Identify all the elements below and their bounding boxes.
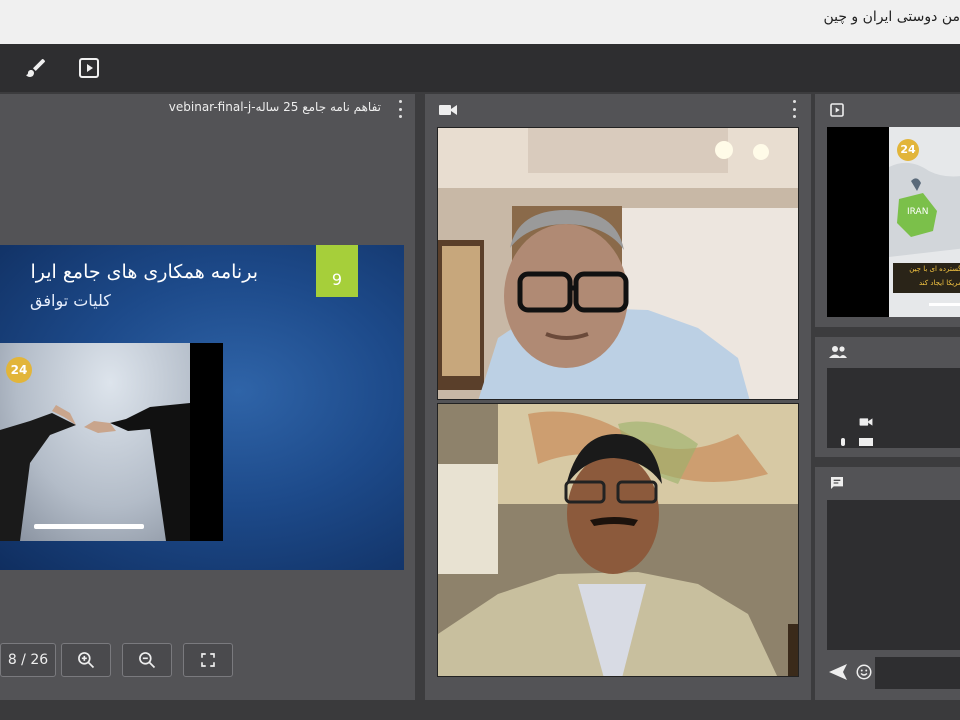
slide-photo-handshake: 24	[0, 343, 223, 541]
share-mini-preview[interactable]: 24 IRAN بلاد گسترده ای با چین آل آمریکا …	[827, 127, 960, 317]
attendee-list[interactable]	[827, 368, 960, 448]
mini-logo: 24	[897, 139, 919, 161]
bottom-bar	[0, 700, 960, 720]
page-indicator[interactable]: 8 / 26	[0, 643, 56, 677]
share-pod-menu-icon[interactable]	[397, 100, 403, 118]
chat-input[interactable]	[875, 657, 960, 689]
fullscreen-icon	[201, 653, 215, 667]
zoom-in-icon	[78, 652, 95, 669]
video-frame-1	[438, 128, 798, 399]
participant-video-1[interactable]	[437, 127, 799, 400]
caption-line-1: بلاد گسترده ای با چین	[909, 265, 960, 273]
mini-map: 24 IRAN بلاد گسترده ای با چین آل آمریکا …	[889, 127, 960, 317]
meeting-window: من دوستی ایران و چین تفاهم نامه جامع 25 …	[0, 0, 960, 720]
play-box-icon[interactable]	[77, 56, 101, 80]
share-pod-header: تفاهم نامه جامع 25 ساله-vebinar-final-j	[0, 94, 415, 124]
caption-line-2: آل آمریکا ایجاد کند	[919, 279, 960, 287]
camera-icon	[439, 102, 457, 121]
fullscreen-button[interactable]	[183, 643, 233, 677]
emoji-icon[interactable]	[855, 663, 873, 685]
send-icon[interactable]	[829, 664, 847, 684]
slide-title: برنامه همکاری های جامع ایرا	[30, 261, 258, 283]
presentation-slide: 9 برنامه همکاری های جامع ایرا کلیات تواف…	[0, 245, 404, 570]
attendees-pod	[815, 337, 960, 457]
map-label: IRAN	[907, 207, 929, 217]
mini-progress-bar	[929, 303, 960, 306]
attendee-mic-icon	[841, 438, 845, 446]
attendee-camera-icon	[859, 412, 873, 431]
people-icon	[829, 344, 847, 363]
participant-video-2[interactable]	[437, 403, 799, 677]
slide-subtitle: کلیات توافق	[30, 291, 111, 310]
chat-pod	[815, 467, 960, 700]
slide-number-badge: 9	[316, 245, 358, 297]
main-toolbar	[0, 44, 960, 92]
video-pod	[425, 94, 811, 700]
share-pod: تفاهم نامه جامع 25 ساله-vebinar-final-j …	[0, 94, 415, 700]
zoom-in-button[interactable]	[61, 643, 111, 677]
title-bar: من دوستی ایران و چین	[0, 0, 960, 44]
brush-icon[interactable]	[24, 56, 48, 80]
share-mini-pod: 24 IRAN بلاد گسترده ای با چین آل آمریکا …	[815, 94, 960, 327]
slide-logo: 24	[6, 357, 32, 383]
attendee-camera-icon-2	[859, 438, 873, 446]
video-progress-bar	[34, 524, 144, 529]
video-frame-2	[438, 404, 798, 676]
play-box-icon	[829, 102, 845, 122]
document-title: تفاهم نامه جامع 25 ساله-vebinar-final-j	[168, 100, 381, 114]
chat-messages	[827, 500, 960, 650]
zoom-out-icon	[139, 652, 156, 669]
video-pod-header	[425, 94, 811, 124]
chat-icon	[829, 475, 845, 495]
video-pod-menu-icon[interactable]	[791, 100, 797, 118]
meeting-title: من دوستی ایران و چین	[823, 9, 960, 25]
mini-caption: بلاد گسترده ای با چین آل آمریکا ایجاد کن…	[893, 263, 960, 293]
zoom-out-button[interactable]	[122, 643, 172, 677]
